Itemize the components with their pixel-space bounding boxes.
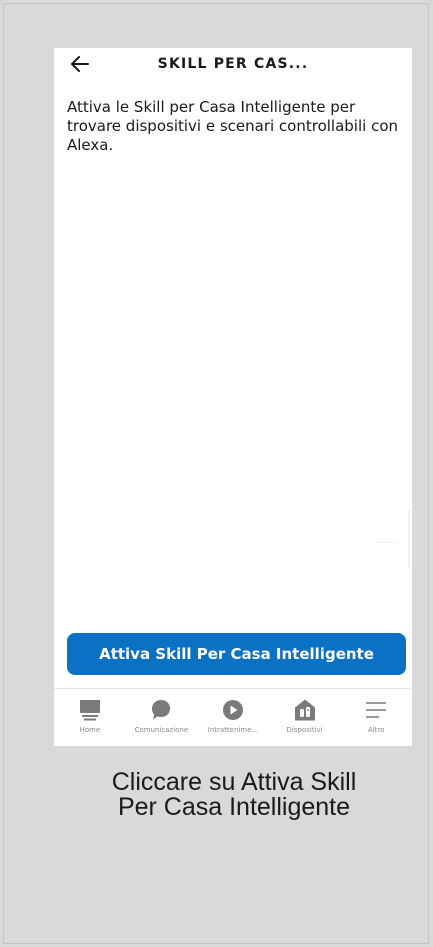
page-title: SKILL PER CAS...: [157, 56, 309, 72]
play-icon: [222, 700, 243, 720]
nav-item-more[interactable]: Altro: [340, 689, 412, 746]
nav-item-home[interactable]: Home: [54, 689, 126, 746]
instruction-line-2: Per Casa Intelligente: [117, 793, 351, 821]
nav-item-devices[interactable]: Dispositivi: [269, 689, 341, 746]
instruction-line-1: Cliccare su Attiva Skill: [111, 768, 357, 796]
tutorial-frame: SKILL PER CAS... Attiva le Skill per Cas…: [3, 3, 429, 944]
scroll-indicator: [408, 510, 410, 568]
enable-smart-home-skills-button[interactable]: Attiva Skill Per Casa Intelligente: [67, 633, 406, 675]
nav-label-devices: Dispositivi: [286, 726, 323, 734]
nav-item-communication[interactable]: Comunicazione: [126, 689, 198, 746]
divider: [374, 542, 396, 543]
bottom-nav: Home Comunicazione Intrattenime... Dispo…: [54, 689, 412, 746]
devices-house-icon: [294, 699, 315, 721]
nav-item-entertainment[interactable]: Intrattenime...: [197, 689, 269, 746]
app-screen: SKILL PER CAS... Attiva le Skill per Cas…: [54, 48, 412, 746]
menu-lines-icon: [366, 702, 387, 718]
nav-label-home: Home: [79, 726, 101, 734]
home-icon: [79, 700, 100, 721]
skills-description: Attiva le Skill per Casa Intelligente pe…: [67, 98, 399, 154]
nav-label-communication: Comunicazione: [134, 726, 189, 734]
nav-label-more: Altro: [367, 726, 385, 734]
app-header: SKILL PER CAS...: [54, 48, 412, 84]
instruction-caption: Cliccare su Attiva Skill Per Casa Intell…: [74, 770, 394, 820]
chat-bubble-icon: [152, 700, 171, 720]
nav-label-entertainment: Intrattenime...: [207, 726, 259, 734]
